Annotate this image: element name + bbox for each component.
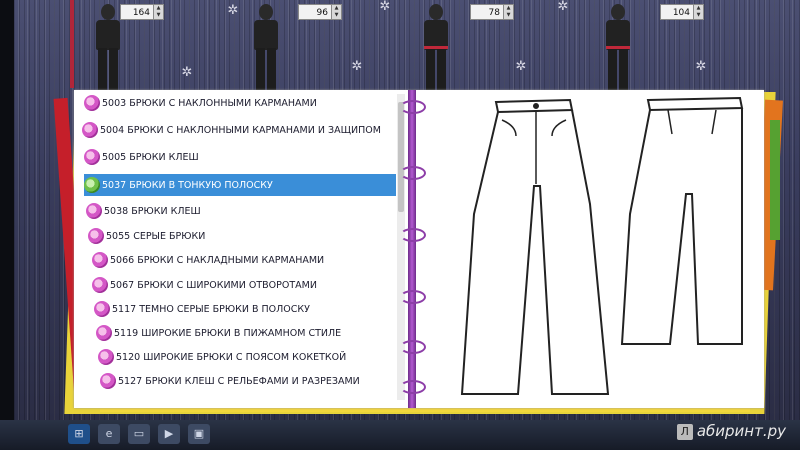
- start-button[interactable]: ⊞: [68, 424, 90, 444]
- book-spine: [408, 90, 416, 408]
- binder-ring: [400, 380, 426, 394]
- gear-icon[interactable]: ✲: [514, 60, 528, 74]
- mannequin-2[interactable]: [248, 0, 284, 96]
- binder-ring: [400, 228, 426, 242]
- list-item-label: 5003 БРЮКИ С НАКЛОННЫМИ КАРМАНАМИ: [102, 97, 317, 109]
- list-item-label: 5005 БРЮКИ КЛЕШ: [102, 151, 199, 163]
- flower-bullet-icon: [84, 177, 100, 193]
- watermark: Лабиринт.ру: [676, 422, 786, 440]
- flower-bullet-icon: [88, 228, 104, 244]
- binder-ring: [400, 290, 426, 304]
- list-item[interactable]: 5119 ШИРОКИЕ БРЮКИ В ПИЖАМНОМ СТИЛЕ: [96, 322, 414, 344]
- list-item[interactable]: 5055 СЕРЫЕ БРЮКИ: [88, 225, 406, 247]
- list-item-label: 5119 ШИРОКИЕ БРЮКИ В ПИЖАМНОМ СТИЛЕ: [114, 327, 342, 339]
- folder-icon[interactable]: ▭: [128, 424, 150, 444]
- list-item[interactable]: 5004 БРЮКИ С НАКЛОННЫМИ КАРМАНАМИ И ЗАЩИ…: [82, 119, 400, 141]
- list-item[interactable]: 5067 БРЮКИ С ШИРОКИМИ ОТВОРОТАМИ: [92, 274, 410, 296]
- model-list: 5003 БРЮКИ С НАКЛОННЫМИ КАРМАНАМИ 5004 Б…: [78, 92, 396, 402]
- list-item[interactable]: 5117 ТЕМНО СЕРЫЕ БРЮКИ В ПОЛОСКУ: [94, 298, 412, 320]
- watermark-badge: Л: [676, 423, 693, 440]
- chest-spinner-arrows[interactable]: ▲ ▼: [332, 4, 342, 20]
- list-item[interactable]: 5127 БРЮКИ КЛЕШ С РЕЛЬЕФАМИ И РАЗРЕЗАМИ: [100, 370, 418, 392]
- height-spinner-arrows[interactable]: ▲ ▼: [154, 4, 164, 20]
- hips-value[interactable]: 104: [660, 4, 694, 20]
- list-item-label: 5055 СЕРЫЕ БРЮКИ: [106, 230, 206, 242]
- mannequin-3[interactable]: [418, 0, 454, 96]
- binder-ring: [400, 166, 426, 180]
- gear-icon[interactable]: ✲: [378, 0, 392, 14]
- media-icon[interactable]: ▶: [158, 424, 180, 444]
- hips-spinner-arrows[interactable]: ▲ ▼: [694, 4, 704, 20]
- flower-bullet-icon: [94, 301, 110, 317]
- list-item[interactable]: 5066 БРЮКИ С НАКЛАДНЫМИ КАРМАНАМИ: [92, 249, 410, 271]
- mannequin-4[interactable]: [600, 0, 636, 96]
- list-item[interactable]: 5005 БРЮКИ КЛЕШ: [84, 146, 402, 168]
- waist-spinner-arrows[interactable]: ▲ ▼: [504, 4, 514, 20]
- list-scrollbar[interactable]: [397, 94, 405, 400]
- flower-bullet-icon: [86, 203, 102, 219]
- height-ruler: [70, 0, 74, 88]
- watermark-text: абиринт.ру: [696, 422, 786, 440]
- binder-ring: [400, 340, 426, 354]
- list-item-label: 5037 БРЮКИ В ТОНКУЮ ПОЛОСКУ: [102, 179, 273, 191]
- list-item-label: 5038 БРЮКИ КЛЕШ: [104, 205, 201, 217]
- list-item-label: 5004 БРЮКИ С НАКЛОННЫМИ КАРМАНАМИ И ЗАЩИ…: [100, 124, 381, 136]
- flower-bullet-icon: [92, 277, 108, 293]
- height-spinner[interactable]: 164 ▲ ▼: [120, 4, 164, 20]
- flower-bullet-icon: [98, 349, 114, 365]
- list-item[interactable]: 5120 ШИРОКИЕ БРЮКИ С ПОЯСОМ КОКЕТКОЙ: [98, 346, 416, 368]
- app-icon[interactable]: ▣: [188, 424, 210, 444]
- binder-ring: [400, 100, 426, 114]
- list-item-label: 5117 ТЕМНО СЕРЫЕ БРЮКИ В ПОЛОСКУ: [112, 303, 310, 315]
- gear-icon[interactable]: ✲: [226, 4, 240, 18]
- scrollbar-thumb[interactable]: [398, 102, 404, 212]
- gear-icon[interactable]: ✲: [556, 0, 570, 14]
- waist-value[interactable]: 78: [470, 4, 504, 20]
- flower-bullet-icon: [82, 122, 98, 138]
- flower-bullet-icon: [100, 373, 116, 389]
- trousers-front-view: [460, 98, 610, 395]
- list-item-label: 5067 БРЮКИ С ШИРОКИМИ ОТВОРОТАМИ: [110, 279, 317, 291]
- list-item-label: 5120 ШИРОКИЕ БРЮКИ С ПОЯСОМ КОКЕТКОЙ: [116, 351, 347, 363]
- browser-icon[interactable]: e: [98, 424, 120, 444]
- gear-icon[interactable]: ✲: [350, 60, 364, 74]
- list-item-selected[interactable]: 5037 БРЮКИ В ТОНКУЮ ПОЛОСКУ: [84, 174, 396, 196]
- chest-value[interactable]: 96: [298, 4, 332, 20]
- waist-spinner[interactable]: 78 ▲ ▼: [470, 4, 514, 20]
- list-item[interactable]: 5038 БРЮКИ КЛЕШ: [86, 200, 404, 222]
- flower-bullet-icon: [84, 149, 100, 165]
- flower-bullet-icon: [92, 252, 108, 268]
- hips-spinner[interactable]: 104 ▲ ▼: [660, 4, 704, 20]
- list-item[interactable]: 5003 БРЮКИ С НАКЛОННЫМИ КАРМАНАМИ: [84, 92, 402, 114]
- book-cover-green: [770, 120, 780, 240]
- chest-spinner[interactable]: 96 ▲ ▼: [298, 4, 342, 20]
- trousers-sketch: [460, 96, 744, 395]
- list-item-label: 5066 БРЮКИ С НАКЛАДНЫМИ КАРМАНАМИ: [110, 254, 325, 266]
- flower-bullet-icon: [96, 325, 112, 341]
- monitor-bezel: [0, 0, 14, 430]
- gear-icon[interactable]: ✲: [694, 60, 708, 74]
- trousers-back-view: [620, 96, 744, 345]
- flower-bullet-icon: [84, 95, 100, 111]
- list-item-label: 5127 БРЮКИ КЛЕШ С РЕЛЬЕФАМИ И РАЗРЕЗАМИ: [118, 375, 360, 387]
- gear-icon[interactable]: ✲: [180, 66, 194, 80]
- height-value[interactable]: 164: [120, 4, 154, 20]
